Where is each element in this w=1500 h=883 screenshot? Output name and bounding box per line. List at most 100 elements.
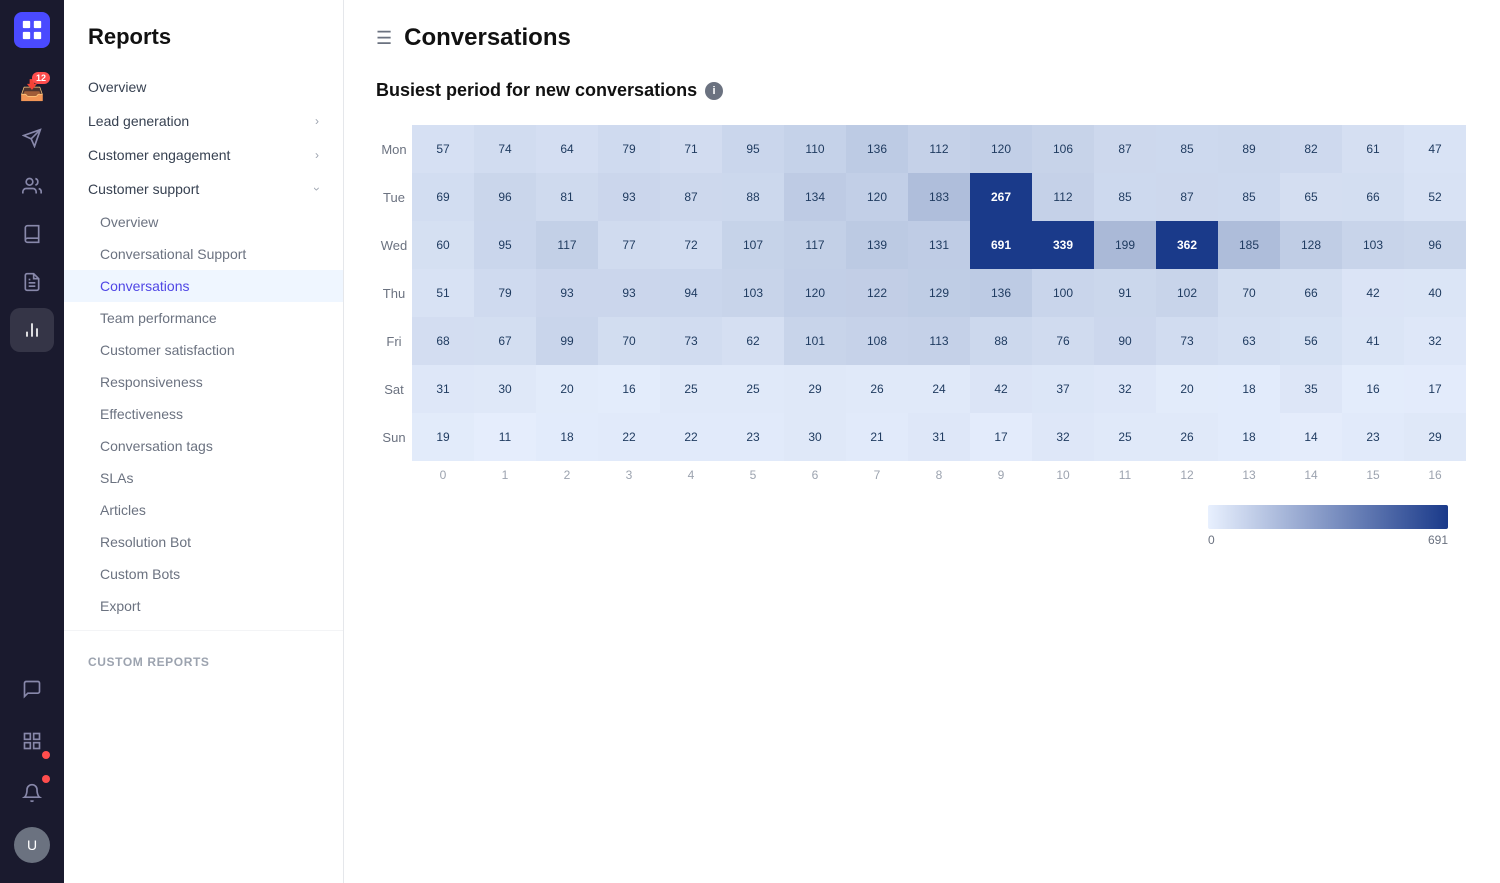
heatmap-cell: 31 [908,413,970,461]
heatmap-cell: 112 [1032,173,1094,221]
hour-label: 11 [1094,461,1156,489]
heatmap-cell: 32 [1404,317,1466,365]
hour-label: 13 [1218,461,1280,489]
main-content: ☰ Conversations Busiest period for new c… [344,0,1500,883]
heatmap-cell: 66 [1280,269,1342,317]
heatmap-cell: 40 [1404,269,1466,317]
heatmap-cell: 35 [1280,365,1342,413]
heatmap-cell: 93 [598,173,660,221]
heatmap: Mon5774647971951101361121201068785898261… [376,125,1468,489]
inbox-nav-icon[interactable]: 📥 12 [10,68,54,112]
hour-labels-row: 012345678910111213141516 [376,461,1466,489]
heatmap-cell: 183 [908,173,970,221]
user-avatar[interactable]: U [14,827,50,863]
bell-nav-icon[interactable] [10,771,54,815]
nav-item-overview-label: Overview [88,79,146,95]
heatmap-cell: 102 [1156,269,1218,317]
heatmap-cell: 82 [1280,125,1342,173]
heatmap-cell: 73 [1156,317,1218,365]
send-nav-icon[interactable] [10,116,54,160]
day-label: Mon [376,125,412,173]
custom-reports-section: Custom reports [64,639,343,677]
hamburger-icon[interactable]: ☰ [376,28,392,49]
heatmap-cell: 81 [536,173,598,221]
heatmap-cell: 31 [412,365,474,413]
heatmap-cell: 23 [722,413,784,461]
heatmap-cell: 129 [908,269,970,317]
heatmap-cell: 29 [1404,413,1466,461]
nav-subitem-resolution-bot[interactable]: Resolution Bot [64,526,343,558]
nav-subitem-effectiveness[interactable]: Effectiveness [64,398,343,430]
heatmap-cell: 11 [474,413,536,461]
nav-subitem-custom-bots[interactable]: Custom Bots [64,558,343,590]
heatmap-cell: 70 [1218,269,1280,317]
heatmap-row: Wed6095117777210711713913169133919936218… [376,221,1466,269]
heatmap-cell: 26 [846,365,908,413]
legend-min-label: 0 [1208,533,1215,547]
heatmap-cell: 95 [722,125,784,173]
heatmap-cell: 74 [474,125,536,173]
heatmap-cell: 89 [1218,125,1280,173]
heatmap-cell: 24 [908,365,970,413]
nav-item-lead-generation[interactable]: Lead generation › [64,104,343,138]
apps-nav-icon[interactable] [10,719,54,763]
legend-gradient-bar [1208,505,1448,529]
nav-item-customer-support-label: Customer support [88,181,199,197]
page-header: ☰ Conversations [376,24,1468,52]
reports-nav-icon[interactable] [10,308,54,352]
nav-item-customer-support[interactable]: Customer support › [64,172,343,206]
nav-subitem-overview[interactable]: Overview [64,206,343,238]
nav-item-lead-generation-label: Lead generation [88,113,189,129]
heatmap-table: Mon5774647971951101361121201068785898261… [376,125,1466,489]
heatmap-cell: 339 [1032,221,1094,269]
hour-label: 14 [1280,461,1342,489]
heatmap-cell: 47 [1404,125,1466,173]
notes-nav-icon[interactable] [10,260,54,304]
nav-title: Reports [64,16,343,70]
nav-subitem-effectiveness-label: Effectiveness [100,406,183,422]
nav-subitem-conversation-tags[interactable]: Conversation tags [64,430,343,462]
nav-subitem-conversational-support[interactable]: Conversational Support [64,238,343,270]
nav-subitem-customer-satisfaction[interactable]: Customer satisfaction [64,334,343,366]
nav-item-overview[interactable]: Overview [64,70,343,104]
left-nav: Reports Overview Lead generation › Custo… [64,0,344,883]
nav-item-customer-engagement[interactable]: Customer engagement › [64,138,343,172]
heatmap-cell: 106 [1032,125,1094,173]
heatmap-cell: 16 [598,365,660,413]
heatmap-cell: 41 [1342,317,1404,365]
inbox-badge: 12 [32,72,50,84]
chat-nav-icon[interactable] [10,667,54,711]
heatmap-cell: 139 [846,221,908,269]
heatmap-cell: 185 [1218,221,1280,269]
heatmap-cell: 71 [660,125,722,173]
nav-subitem-slas[interactable]: SLAs [64,462,343,494]
contacts-nav-icon[interactable] [10,164,54,208]
heatmap-cell: 73 [660,317,722,365]
nav-subitem-responsiveness[interactable]: Responsiveness [64,366,343,398]
heatmap-row: Sat3130201625252926244237322018351617 [376,365,1466,413]
heatmap-cell: 100 [1032,269,1094,317]
nav-subitem-team-performance[interactable]: Team performance [64,302,343,334]
heatmap-cell: 30 [784,413,846,461]
books-nav-icon[interactable] [10,212,54,256]
nav-subitem-articles[interactable]: Articles [64,494,343,526]
heatmap-cell: 103 [722,269,784,317]
nav-subitem-conversations[interactable]: Conversations [64,270,343,302]
hour-label: 4 [660,461,722,489]
heatmap-cell: 85 [1156,125,1218,173]
heatmap-cell: 32 [1032,413,1094,461]
nav-subitem-export[interactable]: Export [64,590,343,622]
hour-label: 7 [846,461,908,489]
section-title: Busiest period for new conversations i [376,80,1468,101]
heatmap-row: Sun1911182222233021311732252618142329 [376,413,1466,461]
heatmap-cell: 18 [1218,413,1280,461]
heatmap-cell: 122 [846,269,908,317]
heatmap-cell: 16 [1342,365,1404,413]
nav-subitem-responsiveness-label: Responsiveness [100,374,203,390]
heatmap-cell: 108 [846,317,908,365]
heatmap-cell: 18 [1218,365,1280,413]
info-icon[interactable]: i [705,82,723,100]
heatmap-cell: 96 [1404,221,1466,269]
hour-label: 8 [908,461,970,489]
hour-label: 1 [474,461,536,489]
